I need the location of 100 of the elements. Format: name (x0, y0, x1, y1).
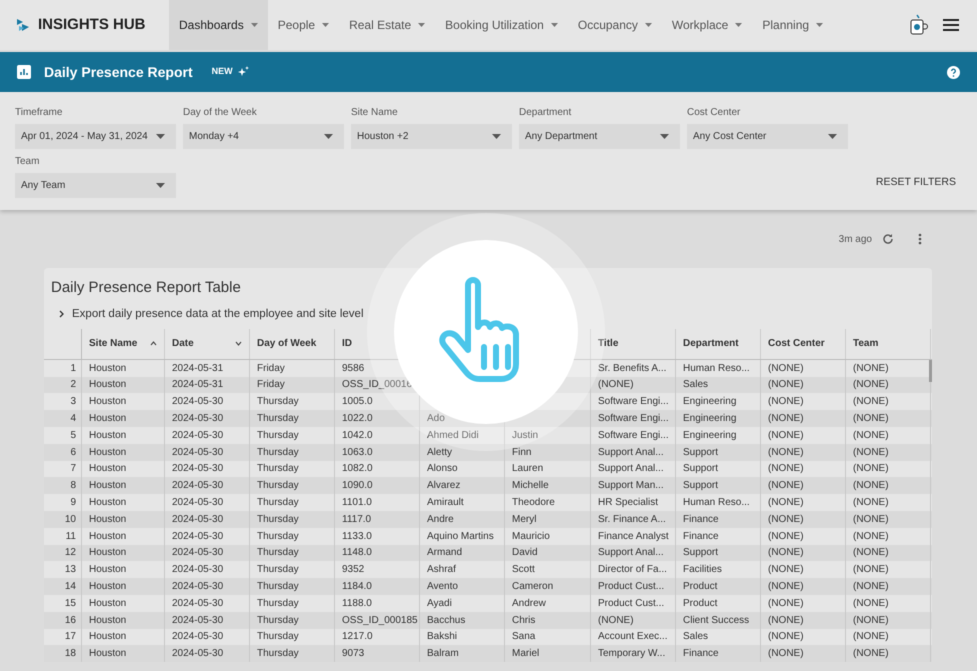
chevron-right-icon[interactable] (59, 310, 64, 318)
table-cell-text: (NONE) (768, 462, 804, 476)
table-cell-text: Engineering (683, 412, 736, 426)
more-options-icon[interactable] (918, 233, 922, 245)
table-cell-text: Client Success (683, 614, 750, 628)
table-cell-text: Houston (89, 512, 126, 527)
filter-dropdown[interactable]: Any Team (15, 173, 176, 198)
table-cell-text: Houston (89, 395, 126, 410)
table-cell-text: Houston (89, 563, 126, 578)
filter-dropdown[interactable]: Apr 01, 2024 - May 31, 2024 (15, 124, 176, 149)
column-header[interactable]: Site Name (89, 336, 138, 352)
table-cell-text: 2024-05-30 (172, 630, 224, 644)
refresh-icon[interactable] (882, 233, 894, 245)
nav-tab[interactable]: Occupancy (568, 0, 662, 50)
caret-icon (156, 134, 165, 139)
table-cell-text: OSS_ID_000185 (342, 614, 418, 628)
filter-label: Site Name (351, 106, 399, 120)
logo-icon (16, 17, 30, 33)
table-cell-text: Houston (89, 530, 126, 544)
row-number: 5 (70, 428, 76, 443)
table-cell-text: 2024-05-30 (172, 462, 224, 476)
caret-icon (828, 134, 837, 139)
column-header[interactable]: Title (598, 336, 618, 352)
table-cell-text: Thursday (257, 596, 299, 611)
table-cell-text: 1042.0 (342, 428, 373, 443)
brand-name: INSIGHTS HUB (38, 14, 146, 35)
table-cell-text: Meryl (512, 512, 536, 527)
nav-tab[interactable]: Workplace (662, 0, 752, 50)
caret-icon (660, 134, 669, 139)
nav-tab[interactable]: Planning (752, 0, 834, 50)
column-header[interactable]: ID (342, 336, 352, 352)
table-cell-text: Houston (89, 428, 126, 443)
table-cell-text: (NONE) (853, 362, 889, 376)
table-cell-text: 1184.0 (342, 580, 372, 594)
table-cell-text: Amirault (427, 496, 464, 510)
table-cell-text: Finance (683, 530, 719, 544)
row-number: 4 (70, 412, 76, 426)
row-number: 1 (70, 362, 76, 376)
caret-icon (492, 134, 501, 139)
table-cell-text: 1217.0 (342, 630, 373, 644)
table-cell-text: Houston (89, 496, 126, 510)
table-cell-text: Product Cust... (598, 580, 664, 594)
column-header[interactable]: Day of Week (257, 336, 316, 352)
table-cell-text: Director of Fa... (598, 563, 667, 578)
table-cell-text: Alvarez (427, 479, 460, 494)
table-cell-text: Support (683, 479, 718, 494)
nav-tab[interactable]: Booking Utilization (435, 0, 568, 50)
sort-descending-icon[interactable] (235, 341, 242, 346)
table-cell-text: Lauren (512, 462, 544, 476)
table-cell-text: Product (683, 580, 718, 594)
table-cell-text: Ayadi (427, 596, 452, 611)
table-description: Export daily presence data at the employee and site level (72, 306, 364, 322)
table-cell-text: Software Engi... (598, 428, 669, 443)
table-cell-text: Product Cust... (598, 596, 664, 611)
column-header[interactable]: Cost Center (768, 336, 825, 352)
table-cell-text: (NONE) (853, 647, 889, 662)
table-cell-text: Thursday (257, 512, 299, 527)
table-cell-text: Houston (89, 580, 126, 594)
nav-tab[interactable]: Real Estate (339, 0, 436, 50)
column-header[interactable]: Department (683, 336, 739, 352)
table-cell-text: Software Engi... (598, 395, 669, 410)
row-number: 12 (64, 546, 76, 560)
row-number: 16 (64, 614, 76, 628)
table-cell-text: Thursday (257, 412, 299, 426)
filter-dropdown[interactable]: Any Cost Center (687, 124, 848, 149)
nav-tab[interactable]: People (268, 0, 340, 50)
table-cell-text: Support (683, 446, 718, 460)
table-cell-text: 2024-05-31 (172, 378, 224, 392)
table-cell-text: Thursday (257, 395, 299, 410)
table-cell-text: Thursday (257, 546, 299, 560)
table-cell-text: Houston (89, 412, 126, 426)
nav-tab[interactable]: Dashboards (169, 0, 268, 50)
menu-icon[interactable] (943, 19, 959, 31)
table-cell-text: 2024-05-30 (172, 580, 224, 594)
table-cell-text: (NONE) (853, 496, 889, 510)
table-cell-text: 2024-05-30 (172, 546, 224, 560)
row-number: 10 (64, 512, 76, 527)
filter-dropdown[interactable]: Any Department (519, 124, 680, 149)
help-icon[interactable] (947, 66, 960, 78)
table-cell-text: Houston (89, 378, 126, 392)
reset-filters-button[interactable]: RESET FILTERS (876, 175, 956, 191)
filter-dropdown[interactable]: Monday +4 (183, 124, 344, 149)
filter-dropdown[interactable]: Houston +2 (351, 124, 512, 149)
table-cell-text: 2024-05-30 (172, 446, 224, 460)
table-cell-text: 2024-05-30 (172, 596, 224, 611)
table-cell-text: (NONE) (853, 563, 889, 578)
table-cell-text: (NONE) (853, 530, 889, 544)
sort-ascending-icon[interactable] (150, 341, 157, 346)
table-cell-text: Andrew (512, 596, 546, 611)
column-header[interactable]: Date (172, 336, 194, 352)
row-number: 6 (70, 446, 76, 460)
table-cell-text: 2024-05-30 (172, 496, 224, 510)
table-cell-text: Sr. Benefits A... (598, 362, 666, 376)
mug-icon[interactable] (908, 14, 928, 36)
table-cell-text: Engineering (683, 395, 736, 410)
row-number: 11 (66, 530, 76, 544)
table-cell-text: Houston (89, 546, 126, 560)
table-cell-text: Finance (683, 512, 719, 527)
column-header[interactable]: Team (853, 336, 878, 352)
table-cell-text: Mauricio (512, 530, 550, 544)
